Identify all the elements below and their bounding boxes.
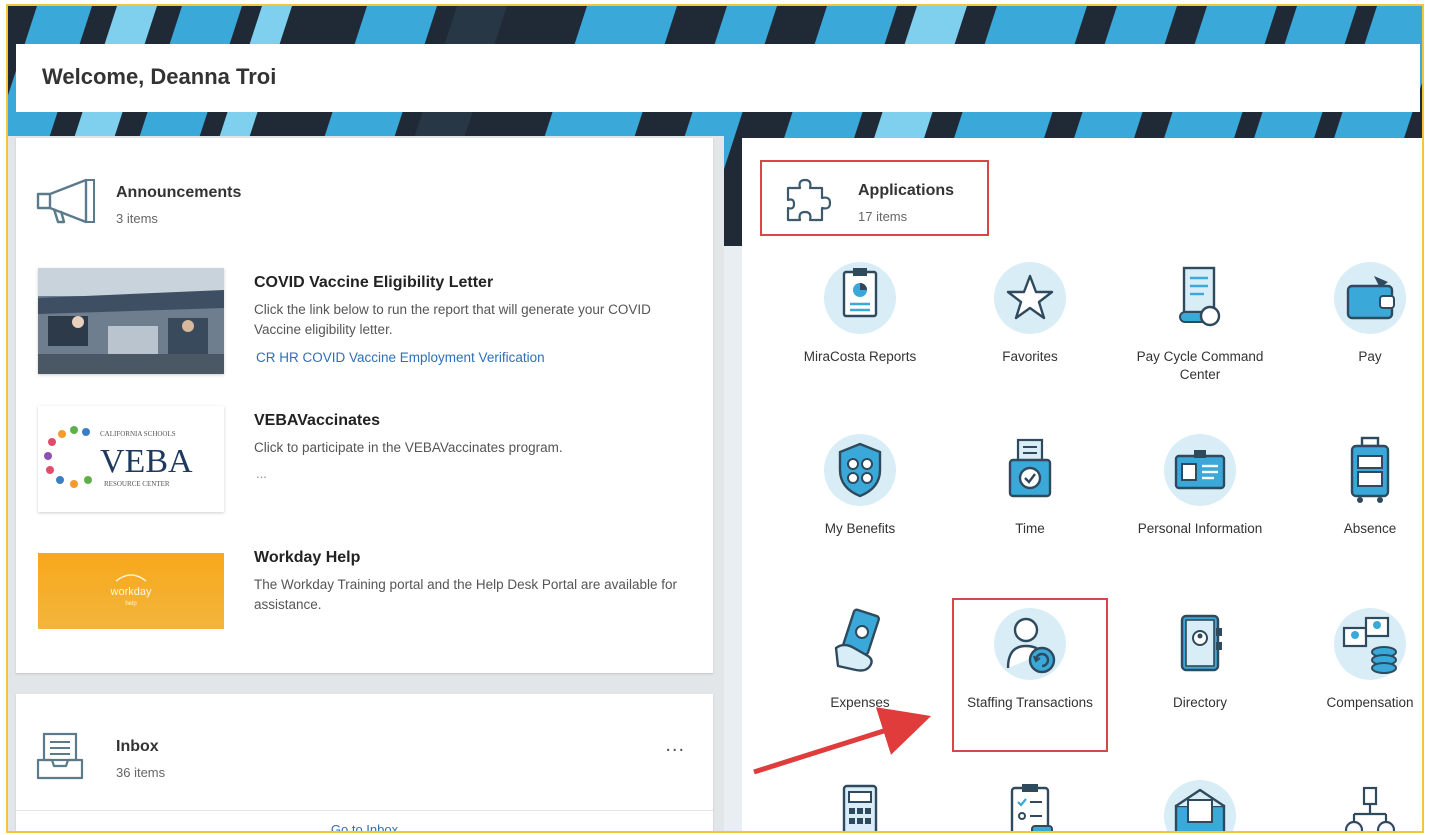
staffing-highlight-box xyxy=(952,598,1108,752)
app-miracosta-reports[interactable]: MiraCosta Reports xyxy=(780,262,940,366)
red-arrow-annotation xyxy=(753,707,932,775)
workday-logo-sub: help xyxy=(125,601,137,607)
app-tile[interactable] xyxy=(780,780,940,831)
veba-logo-image: CALIFORNIA SCHOOLS VEBA RESOURCE CENTER xyxy=(38,406,224,512)
announcement-item[interactable]: COVID Vaccine Eligibility Letter Click t… xyxy=(30,268,700,388)
envelope-icon xyxy=(1164,780,1236,831)
applications-title: Applications xyxy=(858,182,955,199)
app-my-benefits[interactable]: My Benefits xyxy=(780,434,940,538)
inbox-card: Inbox 36 items ... Go to Inbox xyxy=(16,694,713,831)
star-icon xyxy=(994,262,1066,334)
app-label: Directory xyxy=(1172,695,1227,710)
calculator-icon xyxy=(824,780,896,831)
app-favorites[interactable]: Favorites xyxy=(950,262,1110,366)
puzzle-piece-icon xyxy=(786,178,832,222)
directory-book-icon xyxy=(1164,608,1236,680)
benefits-shield-icon xyxy=(824,434,896,506)
covid-photo-image xyxy=(38,268,224,374)
veba-logo-top: CALIFORNIA SCHOOLS xyxy=(100,430,176,438)
app-tile[interactable] xyxy=(1290,780,1422,831)
announcements-card: Announcements 3 items COVID Vaccine Elig… xyxy=(16,138,713,673)
announcements-title: Announcements xyxy=(116,184,242,201)
announcement-description: Click to participate in the VEBAVaccinat… xyxy=(254,440,563,455)
checklist-icon xyxy=(994,780,1066,831)
welcome-text: Welcome, Deanna Troi xyxy=(42,64,277,89)
expenses-hand-icon xyxy=(824,608,896,680)
app-label: Pay Cycle Command Center xyxy=(1136,349,1264,382)
covid-photo-thumbnail[interactable] xyxy=(38,268,224,374)
inbox-tray-icon xyxy=(36,732,84,780)
announcement-description: The Workday Training portal and the Help… xyxy=(254,577,677,612)
org-chart-icon xyxy=(1334,780,1406,831)
compensation-icon xyxy=(1334,608,1406,680)
app-label: Personal Information xyxy=(1137,521,1263,536)
announcements-count: 3 items xyxy=(116,211,158,226)
veba-logo-thumbnail[interactable]: CALIFORNIA SCHOOLS VEBA RESOURCE CENTER xyxy=(38,406,224,512)
app-tile[interactable] xyxy=(950,780,1110,831)
app-label: My Benefits xyxy=(824,521,896,536)
covid-verification-link[interactable]: CR HR COVID Vaccine Employment Verificat… xyxy=(256,350,545,365)
app-tile[interactable] xyxy=(1120,780,1280,831)
announcement-title[interactable]: COVID Vaccine Eligibility Letter xyxy=(254,274,493,292)
app-directory[interactable]: Directory xyxy=(1120,608,1280,712)
app-pay-cycle-command-center[interactable]: Pay Cycle Command Center xyxy=(1120,262,1280,384)
app-personal-information[interactable]: Personal Information xyxy=(1120,434,1280,538)
workday-help-image: workday help xyxy=(38,543,224,649)
app-label: MiraCosta Reports xyxy=(803,349,917,364)
app-label: Compensation xyxy=(1326,695,1414,710)
veba-logo-bottom: RESOURCE CENTER xyxy=(104,480,170,488)
megaphone-icon xyxy=(36,178,95,224)
wallet-icon xyxy=(1334,262,1406,334)
announcement-item[interactable]: CALIFORNIA SCHOOLS VEBA RESOURCE CENTER … xyxy=(30,406,700,526)
divider xyxy=(16,810,713,811)
inbox-title[interactable]: Inbox xyxy=(116,738,159,756)
veba-logo-main: VEBA xyxy=(100,443,193,480)
applications-count: 17 items xyxy=(858,209,908,224)
app-time[interactable]: Time xyxy=(950,434,1110,538)
inbox-count: 36 items xyxy=(116,765,166,780)
announcement-item[interactable]: workday help Workday Help The Workday Tr… xyxy=(30,543,700,663)
applications-header-highlight[interactable]: Applications 17 items xyxy=(760,160,989,236)
pay-cycle-icon xyxy=(1164,262,1236,334)
inbox-more-button[interactable]: ... xyxy=(665,734,685,757)
go-to-inbox-link[interactable]: Go to Inbox xyxy=(16,822,713,831)
time-clock-icon xyxy=(994,434,1066,506)
announcement-more[interactable]: ... xyxy=(256,466,267,481)
announcement-description: Click the link below to run the report t… xyxy=(254,302,651,337)
welcome-bar: Welcome, Deanna Troi xyxy=(16,44,1420,112)
app-expenses[interactable]: Expenses xyxy=(780,608,940,712)
workday-logo-text: workday xyxy=(110,586,152,598)
announcement-title[interactable]: Workday Help xyxy=(254,549,360,567)
announcement-title[interactable]: VEBAVaccinates xyxy=(254,412,380,430)
app-label: Pay xyxy=(1358,349,1382,364)
suitcase-icon xyxy=(1334,434,1406,506)
app-pay[interactable]: Pay xyxy=(1290,262,1422,366)
app-label: Time xyxy=(1015,521,1045,536)
app-label: Absence xyxy=(1343,521,1397,536)
workday-help-thumbnail[interactable]: workday help xyxy=(38,543,224,649)
screenshot-frame: Welcome, Deanna Troi Announcements 3 ite… xyxy=(6,4,1424,833)
report-clipboard-icon xyxy=(824,262,896,334)
app-absence[interactable]: Absence xyxy=(1290,434,1422,538)
app-compensation[interactable]: Compensation xyxy=(1290,608,1422,712)
app-label: Favorites xyxy=(1002,349,1058,364)
id-card-icon xyxy=(1164,434,1236,506)
